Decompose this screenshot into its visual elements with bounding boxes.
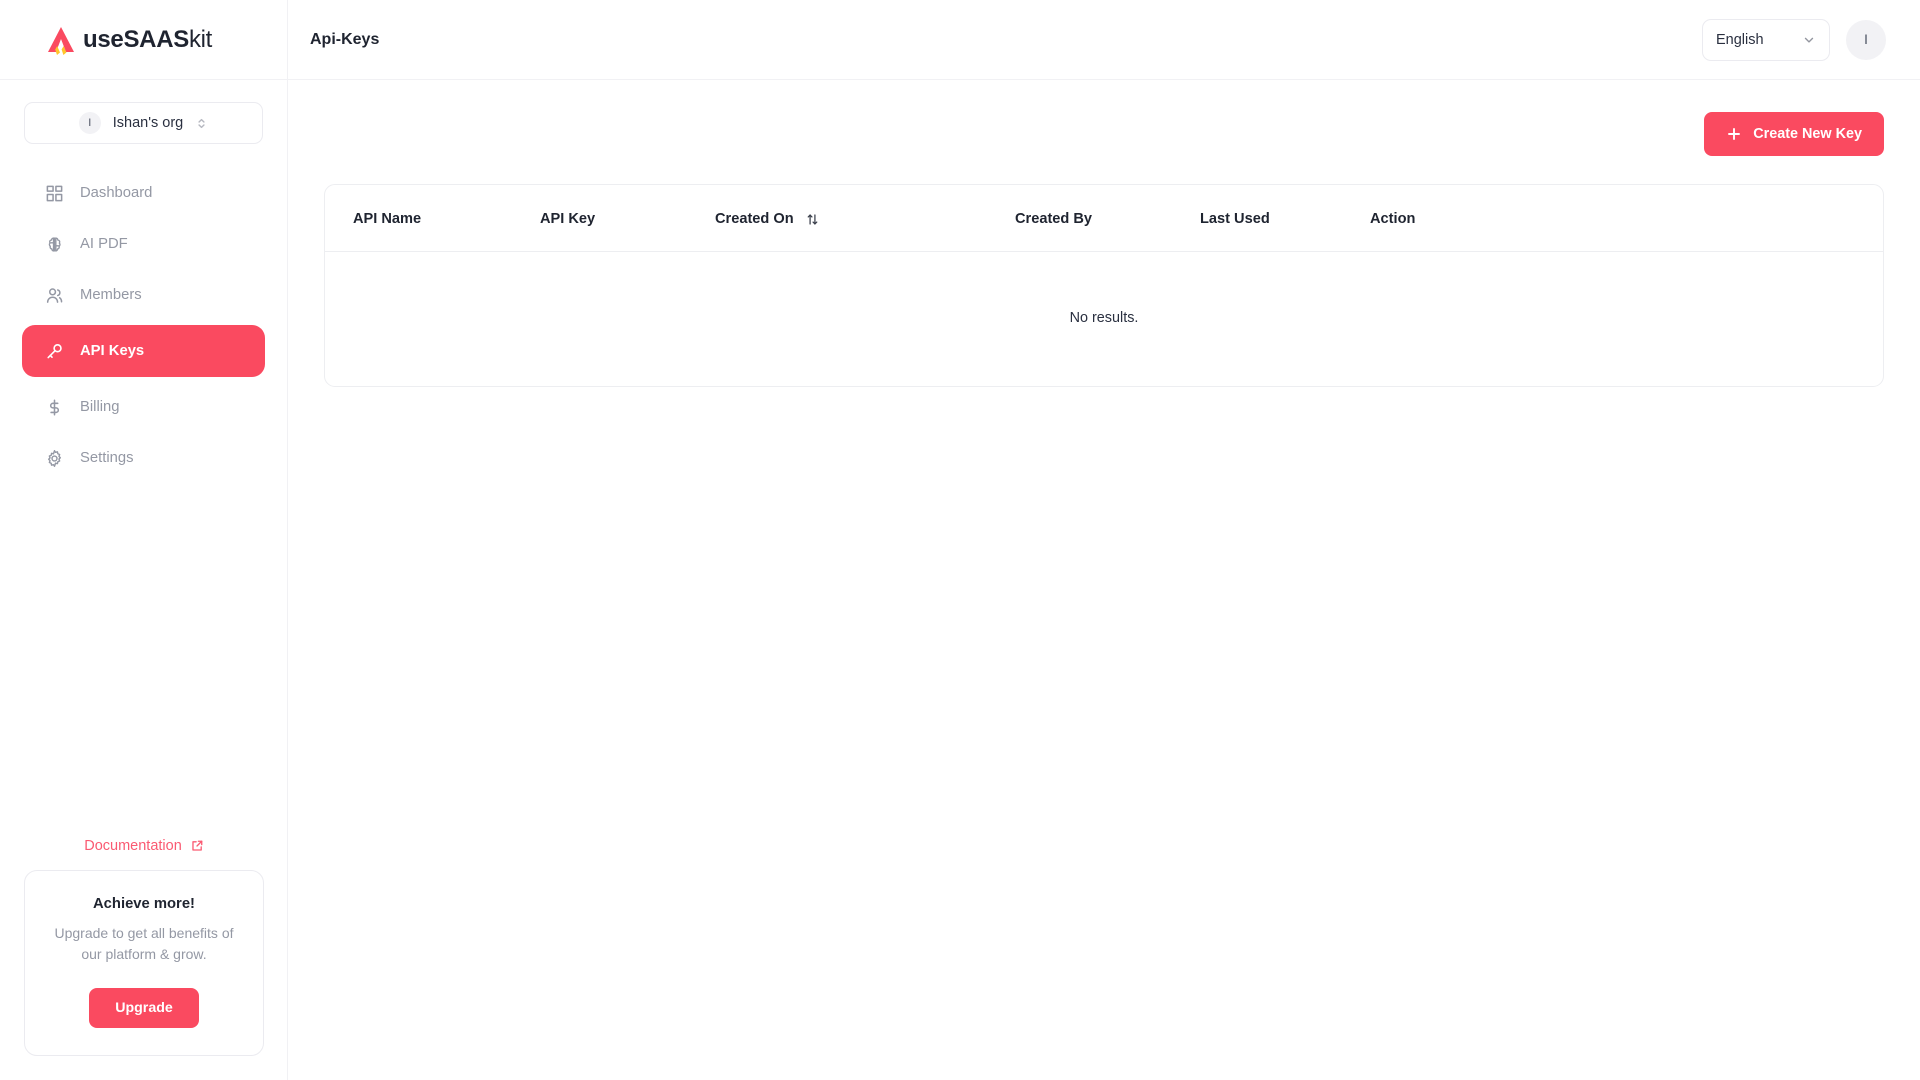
org-switcher-wrap: I Ishan's org — [0, 80, 287, 144]
brand-text: useSAASkit — [83, 26, 212, 54]
table-head: API Name API Key Created On Created By L… — [325, 185, 1883, 252]
topbar-right: English I — [1702, 18, 1886, 61]
sidebar-nav: Dashboard AI PDF Members API Keys Billin… — [0, 172, 287, 479]
topbar: Api-Keys English I — [288, 0, 1920, 80]
sidebar-item-dashboard[interactable]: Dashboard — [22, 172, 265, 214]
org-name: Ishan's org — [112, 115, 184, 131]
page-content: Create New Key API Name API Key Created … — [288, 80, 1920, 1080]
table-header-row: API Name API Key Created On Created By L… — [325, 185, 1883, 252]
column-header-created-on[interactable]: Created On — [715, 185, 1015, 252]
upgrade-promo-card: Achieve more! Upgrade to get all benefit… — [24, 870, 264, 1056]
sidebar-item-label: AI PDF — [80, 236, 128, 252]
language-select-value: English — [1716, 31, 1764, 48]
chevrons-up-down-icon — [195, 117, 208, 130]
column-header-api-name: API Name — [325, 185, 540, 252]
api-keys-table-card: API Name API Key Created On Created By L… — [324, 184, 1884, 387]
create-new-key-button[interactable]: Create New Key — [1704, 112, 1884, 156]
column-label: API Name — [353, 211, 422, 227]
table-body: No results. — [325, 252, 1883, 387]
upgrade-button[interactable]: Upgrade — [89, 988, 199, 1028]
column-header-action: Action — [1370, 185, 1883, 252]
brand-name-bold: useSAAS — [83, 25, 189, 53]
arrow-up-down-icon[interactable] — [806, 213, 819, 226]
api-keys-table: API Name API Key Created On Created By L… — [325, 185, 1883, 386]
documentation-label: Documentation — [84, 838, 182, 855]
column-label: Created By — [1015, 211, 1093, 227]
column-header-created-by: Created By — [1015, 185, 1200, 252]
sidebar-item-settings[interactable]: Settings — [22, 437, 265, 479]
column-header-last-used: Last Used — [1200, 185, 1370, 252]
table-empty-row: No results. — [325, 252, 1883, 387]
column-label: API Key — [540, 211, 596, 227]
column-label: Last Used — [1200, 211, 1270, 227]
plus-icon — [1726, 126, 1742, 142]
app-root: useSAASkit I Ishan's org Dashboard AI PD… — [0, 0, 1920, 1080]
page-title: Api-Keys — [310, 30, 380, 48]
sidebar-item-api-keys[interactable]: API Keys — [22, 325, 265, 377]
brand-logo[interactable]: useSAASkit — [0, 0, 287, 80]
sidebar: useSAASkit I Ishan's org Dashboard AI PD… — [0, 0, 288, 1080]
sidebar-item-label: Settings — [80, 450, 134, 466]
table-empty-message: No results. — [1069, 310, 1139, 326]
column-label: Created On — [715, 211, 794, 227]
brain-icon — [44, 234, 65, 255]
sidebar-item-label: Dashboard — [80, 185, 153, 201]
gear-icon — [44, 448, 65, 469]
column-label: Action — [1370, 211, 1416, 227]
sidebar-item-ai-pdf[interactable]: AI PDF — [22, 223, 265, 265]
usesaaskit-arrow-logo-icon — [44, 24, 78, 56]
promo-title: Achieve more! — [93, 896, 195, 913]
chevron-down-icon — [1802, 33, 1816, 47]
sidebar-footer: Documentation Achieve more! Upgrade to g… — [0, 838, 288, 1056]
sidebar-item-members[interactable]: Members — [22, 274, 265, 316]
layout-grid-icon — [44, 183, 65, 204]
dollar-sign-icon — [44, 397, 65, 418]
users-icon — [44, 285, 65, 306]
org-switcher[interactable]: I Ishan's org — [24, 102, 263, 144]
promo-subtitle: Upgrade to get all benefits of our platf… — [54, 925, 234, 962]
sidebar-item-label: API Keys — [80, 343, 145, 359]
sidebar-item-label: Members — [80, 287, 142, 303]
create-new-key-label: Create New Key — [1753, 126, 1862, 142]
brand-name-light: kit — [188, 25, 213, 53]
sidebar-item-billing[interactable]: Billing — [22, 386, 265, 428]
documentation-link[interactable]: Documentation — [24, 838, 264, 854]
org-avatar: I — [78, 112, 101, 134]
sidebar-item-label: Billing — [80, 399, 120, 415]
key-icon — [44, 341, 65, 362]
language-select[interactable]: English — [1702, 18, 1830, 61]
user-avatar[interactable]: I — [1846, 19, 1886, 60]
action-row: Create New Key — [324, 112, 1884, 156]
main-area: Api-Keys English I Create New Key API Na… — [288, 0, 1920, 1080]
external-link-icon — [190, 839, 204, 853]
column-header-api-key: API Key — [540, 185, 715, 252]
